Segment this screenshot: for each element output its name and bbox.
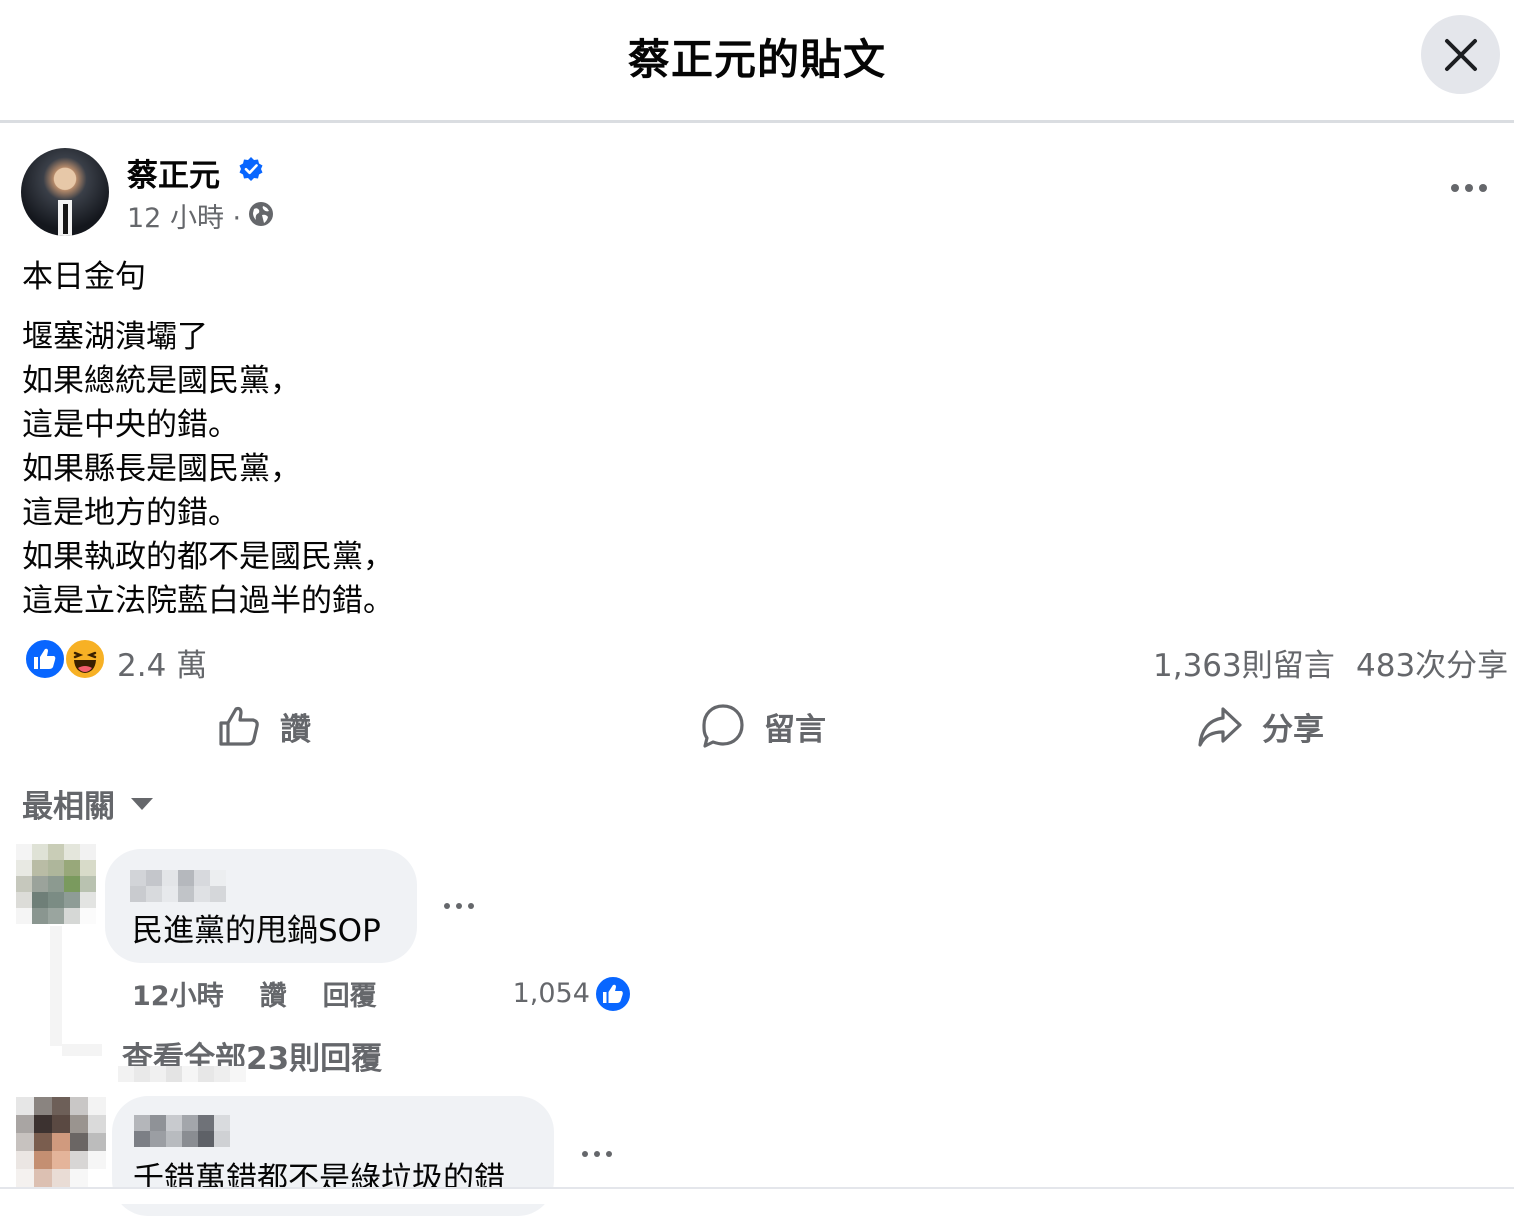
post-line: 如果縣長是國民黨，	[22, 451, 301, 487]
globe-icon	[249, 202, 273, 226]
comment-sort-dropdown[interactable]: 最相關	[22, 781, 153, 826]
redacted-strip	[118, 1066, 246, 1082]
post-line: 這是地方的錯。	[22, 495, 239, 531]
reply-thread-line	[50, 926, 62, 1046]
like-button[interactable]: 讚	[216, 700, 311, 752]
post-line: 這是立法院藍白過半的錯。	[22, 583, 394, 619]
chevron-down-icon	[131, 797, 153, 810]
comment-reply-button[interactable]: 回覆	[323, 974, 377, 1013]
post-intro: 本日金句	[22, 259, 146, 295]
post-line: 這是中央的錯。	[22, 407, 239, 443]
commenter-name-redacted[interactable]	[134, 1115, 230, 1147]
haha-reaction-icon[interactable]	[64, 638, 106, 680]
close-icon	[1444, 38, 1477, 71]
like-label: 讚	[280, 711, 311, 748]
more-options-icon[interactable]	[1449, 178, 1489, 198]
share-label: 分享	[1262, 711, 1324, 748]
comment-time[interactable]: 12小時	[132, 974, 224, 1013]
thumbs-up-icon	[219, 706, 259, 746]
comment-label: 留言	[764, 711, 826, 748]
sort-label: 最相關	[22, 789, 115, 825]
share-count[interactable]: 483次分享	[1356, 640, 1508, 685]
header-divider	[0, 120, 1514, 123]
comment-more-options-icon[interactable]	[580, 1146, 614, 1162]
page-title: 蔡正元的貼文	[627, 35, 886, 84]
reply-thread-curve	[62, 1044, 102, 1056]
like-reaction-icon[interactable]	[593, 974, 632, 1013]
like-reaction-icon[interactable]	[24, 638, 66, 680]
post-line: 如果執政的都不是國民黨，	[22, 539, 394, 575]
share-button[interactable]: 分享	[1196, 700, 1324, 752]
post-line: 堰塞湖潰壩了	[22, 319, 208, 355]
commenter-avatar[interactable]	[16, 1097, 106, 1187]
comment-bubble-icon	[702, 704, 744, 748]
comment-text: 民進黨的甩鍋SOP	[132, 913, 381, 949]
post-line: 如果總統是國民黨，	[22, 363, 301, 399]
comment-more-options-icon[interactable]	[442, 898, 476, 914]
author-avatar[interactable]	[21, 148, 109, 236]
reaction-count[interactable]: 2.4 萬	[117, 640, 207, 685]
author-name[interactable]: 蔡正元	[127, 150, 220, 195]
verified-badge-icon	[239, 157, 263, 181]
share-arrow-icon	[1198, 707, 1242, 747]
commenter-name-redacted[interactable]	[130, 870, 226, 902]
close-button[interactable]	[1421, 15, 1500, 94]
bottom-edge	[0, 1187, 1514, 1204]
comment-like-count[interactable]: 1,054	[513, 978, 590, 1009]
post-timestamp[interactable]: 12 小時 ·	[127, 196, 241, 235]
comment-like-button[interactable]: 讚	[260, 974, 287, 1013]
post-text: 本日金句 堰塞湖潰壩了 如果總統是國民黨， 這是中央的錯。 如果縣長是國民黨， …	[22, 255, 394, 623]
comment-count[interactable]: 1,363則留言	[1153, 640, 1335, 685]
comment-actions: 12小時 讚 回覆 1,054	[132, 974, 632, 1013]
commenter-avatar[interactable]	[16, 844, 96, 924]
comment-button[interactable]: 留言	[700, 700, 826, 752]
